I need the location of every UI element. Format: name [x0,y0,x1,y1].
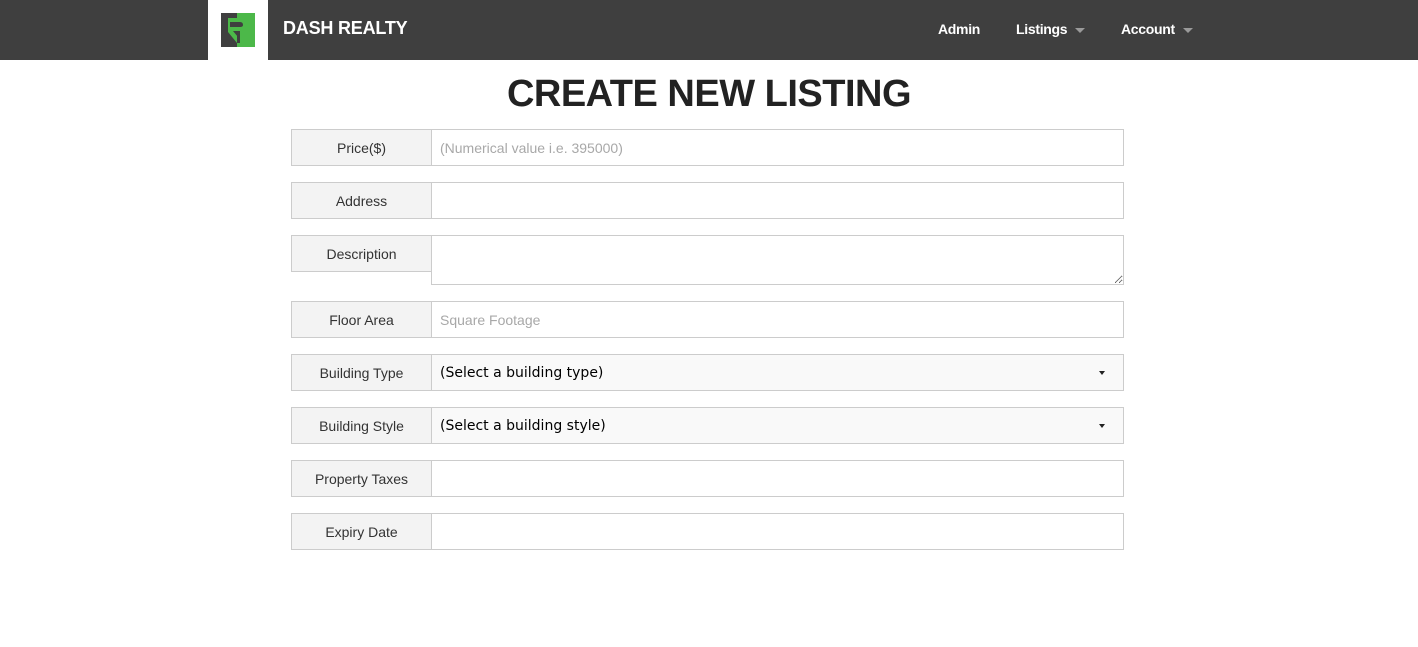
description-row: Description [291,235,1124,285]
building-type-select[interactable]: (Select a building type) [431,354,1124,391]
price-row: Price($) [291,129,1124,166]
address-label: Address [291,182,431,219]
price-input[interactable] [431,129,1124,166]
property-taxes-label: Property Taxes [291,460,431,497]
floor-area-input[interactable] [431,301,1124,338]
expiry-date-input[interactable] [431,513,1124,550]
price-label: Price($) [291,129,431,166]
building-type-row: Building Type (Select a building type) [291,354,1124,391]
nav-item-admin[interactable]: Admin [938,21,980,37]
building-style-label: Building Style [291,407,431,444]
brand-logo[interactable] [208,0,268,60]
nav-item-listings[interactable]: Listings [1016,21,1086,37]
floor-area-label: Floor Area [291,301,431,338]
nav-item-label: Admin [938,21,981,37]
building-style-selected: (Select a building style) [440,417,606,434]
chevron-down-icon [1182,27,1193,33]
floor-area-row: Floor Area [291,301,1124,338]
page-title: CREATE NEW LISTING [506,73,912,115]
chevron-down-icon [1099,370,1105,375]
description-textarea[interactable] [431,235,1124,285]
building-style-row: Building Style (Select a building style) [291,407,1124,444]
chevron-down-icon [1075,27,1086,33]
address-input[interactable] [431,182,1124,219]
building-type-selected: (Select a building type) [440,364,604,381]
dash-realty-logo-icon [221,13,255,47]
nav-item-label: Listings [1016,21,1068,37]
property-taxes-row: Property Taxes [291,460,1124,497]
nav-item-account[interactable]: Account [1121,21,1193,37]
description-label: Description [291,235,431,272]
building-style-select[interactable]: (Select a building style) [431,407,1124,444]
building-type-label: Building Type [291,354,431,391]
top-navbar: DASH REALTY Admin Listings Account [0,0,1418,60]
chevron-down-icon [1099,423,1105,428]
expiry-date-label: Expiry Date [291,513,431,550]
property-taxes-input[interactable] [431,460,1124,497]
expiry-date-row: Expiry Date [291,513,1124,550]
brand-title[interactable]: DASH REALTY [283,18,408,39]
nav-item-label: Account [1121,21,1175,37]
address-row: Address [291,182,1124,219]
